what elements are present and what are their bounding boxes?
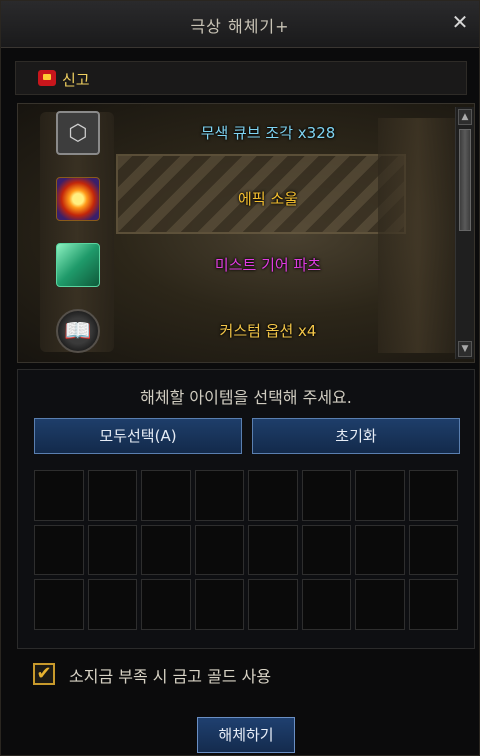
item-slot[interactable] <box>87 579 137 630</box>
mist-gear-parts-icon <box>56 243 100 287</box>
result-row: 에픽 소울 <box>18 170 458 228</box>
item-slot[interactable] <box>248 470 298 521</box>
item-slot[interactable] <box>87 524 137 576</box>
instruction-text: 해체할 아이템을 선택해 주세요. <box>140 388 352 407</box>
item-slot[interactable] <box>87 470 137 521</box>
select-all-button[interactable]: 모두선택(A) <box>34 418 242 454</box>
result-row: 미스트 기어 파츠 <box>18 236 458 294</box>
item-slot[interactable] <box>34 470 84 521</box>
item-slot[interactable] <box>248 579 298 630</box>
report-bar: 신고 <box>15 61 467 95</box>
item-slot-grid <box>34 470 458 630</box>
close-icon[interactable]: ✕ <box>449 11 471 33</box>
item-slot[interactable] <box>248 524 298 576</box>
item-slot[interactable] <box>355 470 405 521</box>
item-slot[interactable] <box>141 579 191 630</box>
dismantler-window: 극상 해체기+ ✕ 신고 ⬡ 무색 큐브 조각 x328 에픽 소울 미스트 기… <box>0 0 480 756</box>
item-slot[interactable] <box>194 470 244 521</box>
result-item-name: 미스트 기어 파츠 <box>214 256 322 274</box>
report-siren-icon[interactable] <box>38 70 56 86</box>
item-slot[interactable] <box>141 470 191 521</box>
item-slot[interactable] <box>141 524 191 576</box>
dismantle-button[interactable]: 해체하기 <box>197 717 295 753</box>
colorless-cube-icon: ⬡ <box>56 111 100 155</box>
result-row: ⬡ 무색 큐브 조각 x328 <box>18 104 458 162</box>
item-slot[interactable] <box>355 524 405 576</box>
dismantle-results-panel: ⬡ 무색 큐브 조각 x328 에픽 소울 미스트 기어 파츠 📖 커스텀 옵션… <box>17 103 475 363</box>
title-bar[interactable]: 극상 해체기+ ✕ <box>1 1 479 48</box>
report-label[interactable]: 신고 <box>62 69 90 90</box>
item-slot[interactable] <box>301 524 351 576</box>
result-item-name: 에픽 소울 <box>238 190 298 208</box>
reset-button[interactable]: 초기화 <box>252 418 460 454</box>
vault-gold-label[interactable]: 소지금 부족 시 금고 골드 사용 <box>69 663 271 687</box>
item-slot[interactable] <box>408 579 458 630</box>
item-slot[interactable] <box>194 524 244 576</box>
epic-soul-icon <box>56 177 100 221</box>
scroll-up-icon[interactable]: ▲ <box>458 109 472 125</box>
custom-option-book-icon: 📖 <box>56 309 100 353</box>
result-row: 📖 커스텀 옵션 x4 <box>18 302 458 360</box>
result-item-name: 무색 큐브 조각 x328 <box>200 124 336 142</box>
window-title: 극상 해체기+ <box>190 17 290 36</box>
results-scrollbar[interactable]: ▲ ▼ <box>455 107 474 359</box>
item-slot[interactable] <box>301 579 351 630</box>
scroll-down-icon[interactable]: ▼ <box>458 341 472 357</box>
scroll-thumb[interactable] <box>459 129 471 231</box>
item-slot[interactable] <box>194 579 244 630</box>
result-item-name: 커스텀 옵션 x4 <box>219 322 317 340</box>
item-slot[interactable] <box>34 524 84 576</box>
item-slot[interactable] <box>34 579 84 630</box>
item-slot[interactable] <box>301 470 351 521</box>
item-slot[interactable] <box>408 524 458 576</box>
item-select-panel: 해체할 아이템을 선택해 주세요. 모두선택(A) 초기화 <box>17 369 475 649</box>
item-slot[interactable] <box>355 579 405 630</box>
vault-gold-checkbox[interactable]: ✔ <box>33 663 55 685</box>
item-slot[interactable] <box>408 470 458 521</box>
